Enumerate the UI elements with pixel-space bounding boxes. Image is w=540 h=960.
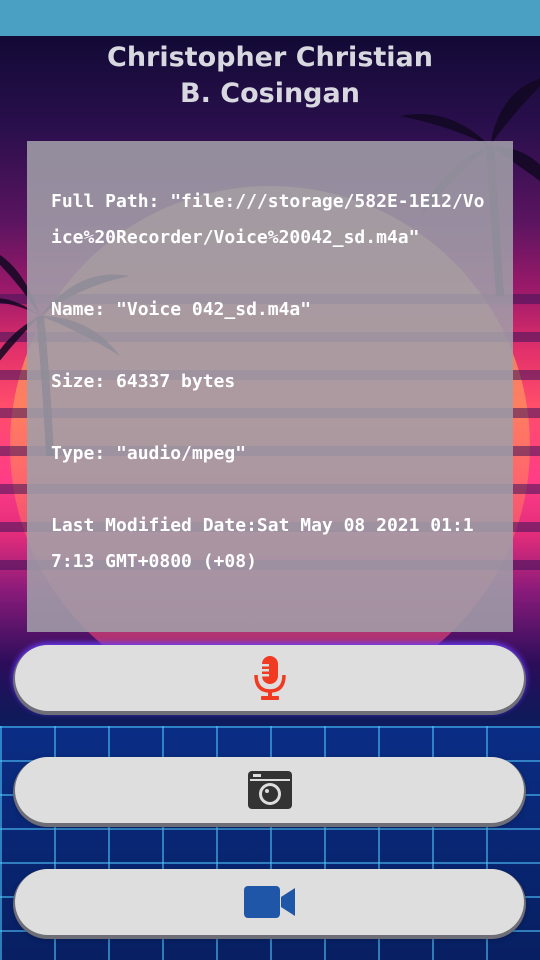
- take-photo-button[interactable]: [15, 757, 524, 823]
- full-path-text: Full Path: "file:///storage/582E-1E12/Vo…: [51, 191, 485, 248]
- camera-icon: [247, 771, 292, 809]
- status-bar: [0, 0, 540, 36]
- page-title: Christopher Christian B. Cosingan: [0, 40, 540, 112]
- file-info-panel: Full Path: "file:///storage/582E-1E12/Vo…: [27, 141, 513, 632]
- title-line-2: B. Cosingan: [180, 78, 360, 109]
- record-audio-button[interactable]: [15, 645, 524, 711]
- microphone-icon: [253, 656, 286, 700]
- file-type-text: Type: "audio/mpeg": [51, 443, 247, 464]
- record-video-button[interactable]: [15, 869, 524, 935]
- file-size-text: Size: 64337 bytes: [51, 371, 236, 392]
- title-line-1: Christopher Christian: [107, 42, 433, 73]
- last-modified-text: Last Modified Date:Sat May 08 2021 01:17…: [51, 515, 474, 572]
- video-camera-icon: [243, 886, 295, 918]
- file-name-text: Name: "Voice 042_sd.m4a": [51, 299, 312, 320]
